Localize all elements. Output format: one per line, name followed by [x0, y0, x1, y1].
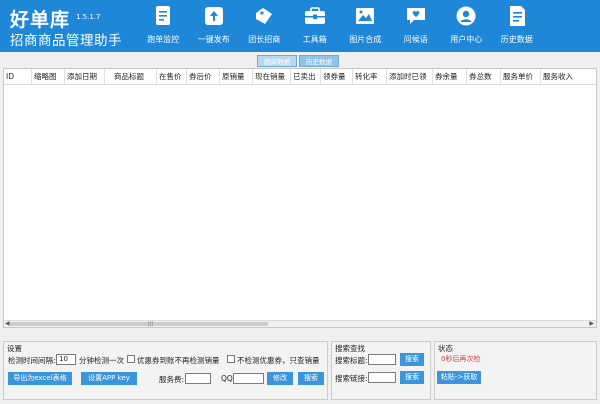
upload-publish-icon — [202, 4, 226, 28]
nav-item-toolbox[interactable]: 工具箱 — [290, 4, 341, 48]
no-coupon-check-label: 不检测优惠券，只查销量 — [237, 356, 320, 365]
app-header: 好单库 1.5.1.7 招商商品管理助手 跑单监控 一键发布 团长招商 工具箱 — [0, 0, 600, 52]
nav-label: 团长招商 — [248, 35, 281, 44]
search-panel: 搜索查找 搜索标题: 搜索 搜索链接: 搜索 — [331, 341, 431, 400]
nav-item-user-center[interactable]: 用户中心 — [441, 4, 492, 48]
search-title-button[interactable]: 搜索 — [400, 353, 424, 366]
column-header[interactable]: 券总数 — [467, 69, 501, 84]
settings-search-button[interactable]: 搜索 — [298, 372, 324, 385]
column-header[interactable]: 在售价 — [157, 69, 187, 84]
nav-item-image-compose[interactable]: 图片合成 — [340, 4, 391, 48]
column-header[interactable]: 添加时已领 — [387, 69, 433, 84]
scrollbar-grip-icon: ||| — [148, 321, 154, 327]
stop-check-label: 优惠券到账不再检测销量 — [137, 356, 220, 365]
main-nav: 跑单监控 一键发布 团长招商 工具箱 图片合成 问候语 用户中心 历史数据 — [138, 4, 542, 48]
export-excel-button[interactable]: 导出为excel表格 — [8, 372, 72, 385]
search-title-input[interactable] — [368, 354, 396, 365]
data-tabs: 跑单数据 历史数据 — [257, 55, 339, 67]
no-coupon-check-checkbox[interactable] — [227, 355, 235, 363]
column-header[interactable]: 添加日期 — [65, 69, 105, 84]
column-header[interactable]: 券后价 — [187, 69, 220, 84]
brand-logo-text: 好单库 — [10, 9, 71, 31]
status-title: 状态 — [438, 344, 453, 353]
search-title: 搜索查找 — [335, 344, 365, 353]
column-header[interactable]: 已卖出 — [291, 69, 321, 84]
stop-check-checkbox[interactable] — [127, 355, 135, 363]
interval-label: 检测时间间隔: — [8, 356, 56, 365]
table-header: ID 缩略图 添加日期 商品标题 在售价 券后价 原销量 现在销量 已卖出 领券… — [4, 69, 596, 85]
column-header[interactable]: 领券量 — [321, 69, 353, 84]
nav-label: 图片合成 — [349, 35, 382, 44]
user-icon — [454, 4, 478, 28]
toolbox-icon — [303, 4, 327, 28]
tab-order-data[interactable]: 跑单数据 — [257, 55, 297, 67]
paste-fetch-button[interactable]: 粘贴->获取 — [437, 371, 481, 384]
image-icon — [353, 4, 377, 28]
column-header[interactable]: 商品标题 — [105, 69, 157, 84]
column-header[interactable]: 缩略图 — [32, 69, 65, 84]
service-fee-label: 服务费: — [159, 375, 185, 384]
nav-item-team-recruit[interactable]: 团长招商 — [239, 4, 290, 48]
search-link-button[interactable]: 搜索 — [400, 371, 424, 384]
data-table[interactable]: ID 缩略图 添加日期 商品标题 在售价 券后价 原销量 现在销量 已卖出 领券… — [3, 68, 597, 328]
chat-heart-icon — [404, 4, 428, 28]
column-header[interactable]: 券余量 — [433, 69, 467, 84]
status-message: 0秒后再次检 — [441, 355, 481, 363]
scroll-left-icon[interactable]: ◀ — [5, 320, 10, 327]
nav-item-one-click-publish[interactable]: 一键发布 — [189, 4, 240, 48]
search-link-input[interactable] — [368, 372, 396, 383]
history-document-icon — [505, 4, 529, 28]
settings-panel: 设置 检测时间间隔: 10 分钟检测一次 优惠券到账不再检测销量 不检测优惠券，… — [3, 341, 328, 400]
app-subtitle: 招商商品管理助手 — [10, 33, 122, 49]
interval-unit-label: 分钟检测一次 — [79, 356, 124, 365]
column-header[interactable]: 原销量 — [220, 69, 253, 84]
qq-input[interactable] — [233, 373, 264, 384]
search-link-label: 搜索链接: — [335, 374, 368, 383]
nav-label: 历史数据 — [500, 35, 533, 44]
document-clipboard-icon — [151, 4, 175, 28]
status-panel: 状态 0秒后再次检 粘贴->获取 — [434, 341, 597, 400]
tab-history-data[interactable]: 历史数据 — [299, 55, 339, 67]
app-version: 1.5.1.7 — [76, 13, 101, 21]
nav-item-greetings[interactable]: 问候语 — [391, 4, 442, 48]
tag-coupon-icon — [252, 4, 276, 28]
set-app-key-button[interactable]: 设置APP key — [81, 372, 137, 385]
scrollbar-thumb[interactable] — [10, 322, 268, 326]
column-header[interactable]: 转化率 — [353, 69, 387, 84]
nav-label: 一键发布 — [197, 35, 230, 44]
column-header[interactable]: 现在销量 — [253, 69, 291, 84]
service-fee-input[interactable] — [185, 373, 211, 384]
nav-item-history[interactable]: 历史数据 — [492, 4, 543, 48]
column-header[interactable]: 服务收入 — [541, 69, 578, 84]
column-header[interactable]: 服务单价 — [501, 69, 541, 84]
search-title-label: 搜索标题: — [335, 356, 368, 365]
nav-label: 跑单监控 — [147, 35, 180, 44]
modify-button[interactable]: 修改 — [267, 372, 293, 385]
column-header[interactable]: ID — [4, 69, 32, 84]
scroll-right-icon[interactable]: ▶ — [589, 320, 594, 327]
horizontal-scrollbar[interactable]: ◀ ||| ▶ — [4, 320, 596, 327]
nav-label: 用户中心 — [450, 35, 483, 44]
nav-item-order-monitor[interactable]: 跑单监控 — [138, 4, 189, 48]
nav-label: 工具箱 — [302, 35, 327, 44]
settings-title: 设置 — [7, 344, 22, 353]
interval-input[interactable]: 10 — [56, 354, 76, 365]
nav-label: 问候语 — [403, 35, 428, 44]
